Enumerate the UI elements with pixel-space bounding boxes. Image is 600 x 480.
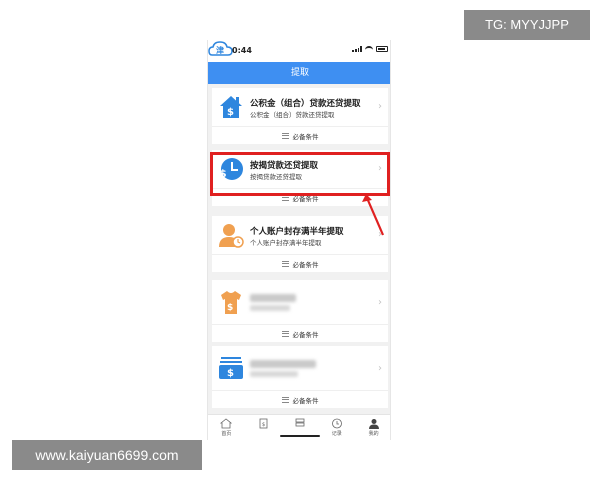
document-icon: $ [259, 418, 268, 429]
requirements-label: 必备条件 [292, 260, 319, 269]
wifi-icon [365, 46, 373, 52]
tg-watermark: TG: MYYJJPP [464, 10, 590, 40]
svg-text:$: $ [227, 303, 233, 313]
battery-icon [376, 46, 388, 52]
tab-records[interactable]: 记录 [318, 415, 355, 440]
home-icon [220, 418, 233, 429]
home-indicator [280, 435, 320, 437]
clock-icon [331, 418, 342, 429]
requirements-link[interactable]: 必备条件 [212, 324, 388, 342]
tab-home[interactable]: 首页 [208, 415, 245, 440]
chevron-right-icon: › [378, 101, 382, 112]
card-title: 个人账户封存满半年提取 [250, 227, 344, 237]
requirements-label: 必备条件 [292, 396, 319, 405]
card-subtitle: 个人账户封存满半年提取 [250, 239, 322, 247]
person-clock-icon [219, 224, 244, 248]
requirements-label: 必备条件 [292, 132, 319, 141]
card-title: 公积金（组合）贷款还贷提取 [250, 99, 361, 109]
signal-icon [352, 46, 362, 52]
cloud-logo-icon: 津 [208, 41, 233, 56]
svg-text:$: $ [227, 368, 234, 379]
svg-text:$: $ [262, 422, 265, 428]
person-icon [368, 419, 379, 429]
chevron-right-icon: › [378, 363, 382, 374]
redacted-title [250, 294, 296, 302]
requirements-link[interactable]: 必备条件 [212, 126, 388, 144]
nav-title: 提取 [208, 62, 390, 84]
url-watermark: www.kaiyuan6699.com [12, 440, 202, 470]
svg-text:$: $ [227, 107, 234, 118]
chevron-right-icon: › [378, 297, 382, 308]
card-subtitle: 公积金（组合）贷款还贷提取 [250, 111, 335, 119]
card-housing-fund-loan[interactable]: $ 公积金（组合）贷款还贷提取 公积金（组合）贷款还贷提取 › 必备条件 [212, 88, 388, 144]
list-icon [281, 132, 289, 139]
shirt-dollar-icon: $ [221, 291, 241, 314]
svg-text:津: 津 [216, 45, 224, 55]
phone-screen: 津 0:44 提取 $ 公积金（组合）贷款还贷提取 公积金（组合）贷款还贷提取 … [207, 40, 391, 440]
list-icon [281, 260, 289, 267]
arrow-annotation-icon [362, 194, 385, 236]
tab-profile[interactable]: 我的 [355, 415, 390, 440]
stack-icon [295, 418, 305, 427]
tab-documents[interactable]: $ [245, 415, 282, 440]
requirements-link[interactable]: 必备条件 [212, 254, 388, 272]
list-icon [281, 330, 289, 337]
status-time: 0:44 [232, 46, 252, 55]
redacted-subtitle [250, 371, 298, 377]
status-bar: 津 0:44 [208, 40, 390, 62]
card-blurred-2[interactable]: $ › 必备条件 [212, 346, 388, 408]
card-dollar-icon: $ [219, 357, 243, 379]
redacted-title [250, 360, 316, 368]
requirements-link[interactable]: 必备条件 [212, 390, 388, 408]
requirements-label: 必备条件 [292, 330, 319, 339]
list-icon [281, 396, 289, 403]
house-dollar-icon: $ [220, 96, 242, 118]
redacted-subtitle [250, 305, 290, 311]
card-blurred-1[interactable]: $ › 必备条件 [212, 280, 388, 342]
